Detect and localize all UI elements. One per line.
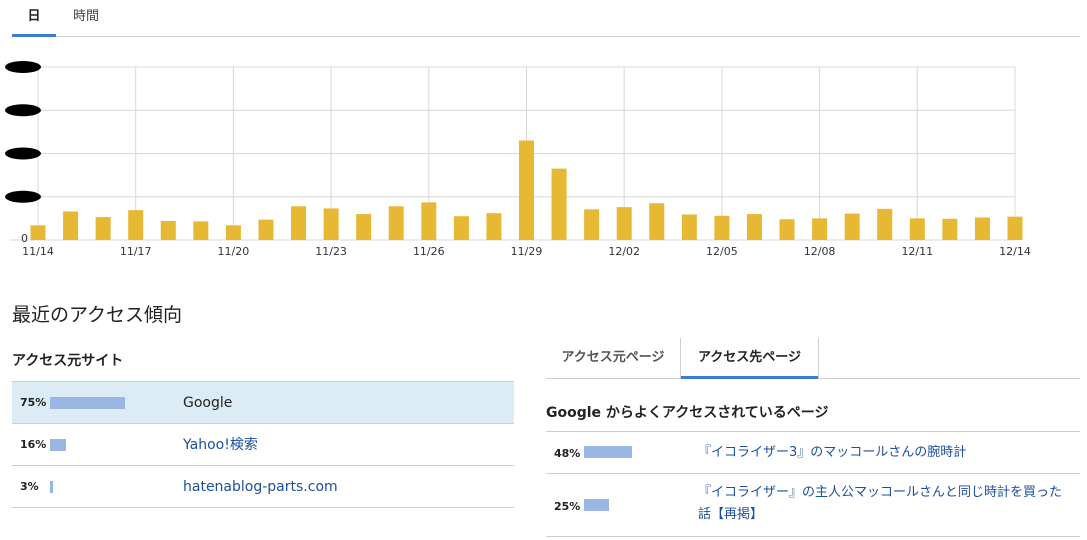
chart-bar[interactable] [63, 211, 79, 240]
chart-x-labels: 11/14 11/17 11/20 11/23 11/26 11/29 12/02 12/05… [22, 245, 1031, 258]
chart-bar[interactable] [714, 215, 730, 240]
chart-bar[interactable] [974, 217, 990, 240]
chart-bar[interactable] [30, 225, 46, 240]
section-title: 最近のアクセス傾向 [12, 304, 183, 326]
chart-bar[interactable] [681, 214, 697, 240]
source-link[interactable]: Google [183, 382, 232, 424]
source-percent: 75% [20, 396, 47, 409]
chart-bar[interactable] [942, 218, 958, 240]
pages-list: 48% 『イコライザー3』のマッコールさんの腕時計 25% 『イコライザー』の主… [546, 431, 1080, 537]
sources-list: 75% Google 16% Yahoo!検索 3% hatenablog-pa… [12, 381, 514, 508]
chart-bar[interactable] [128, 210, 144, 240]
page-link[interactable]: 『イコライザー』の主人公マッコールさんと同じ時計を買った話【再掲】 [698, 482, 1073, 526]
chart-bar[interactable] [551, 168, 567, 240]
page-link[interactable]: 『イコライザー3』のマッコールさんの腕時計 [698, 442, 1073, 464]
pages-title: Google からよくアクセスされているページ [546, 405, 829, 421]
source-row[interactable]: 3% hatenablog-parts.com [12, 466, 514, 508]
source-percent: 16% [20, 438, 47, 451]
chart-bar[interactable] [616, 207, 632, 240]
chart-bar[interactable] [388, 206, 404, 240]
page-row[interactable]: 48% 『イコライザー3』のマッコールさんの腕時計 [546, 432, 1080, 474]
chart-bar[interactable] [844, 213, 860, 240]
source-row[interactable]: 16% Yahoo!検索 [12, 424, 514, 466]
x-tick-label: 12/08 [804, 245, 836, 258]
source-bar [50, 397, 125, 409]
chart-bar[interactable] [486, 213, 502, 240]
tab-source-pages[interactable]: アクセス元ページ [546, 338, 680, 378]
chart-bar[interactable] [356, 214, 372, 240]
chart-grid [10, 66, 1016, 241]
source-percent: 3% [20, 480, 39, 493]
x-tick-label: 12/02 [608, 245, 640, 258]
daily-access-chart: 11/14 11/17 11/20 11/23 11/26 11/29 12/02 12/05… [5, 61, 1031, 258]
source-bar [50, 439, 66, 451]
chart-bar[interactable] [649, 203, 665, 240]
chart-bar[interactable] [95, 217, 111, 240]
chart-bar[interactable] [1007, 216, 1023, 240]
chart-bar[interactable] [877, 208, 893, 240]
chart-bar[interactable] [746, 214, 762, 240]
redacted-y-label [5, 190, 41, 203]
page-percent: 48% [554, 447, 581, 460]
chart-bar[interactable] [193, 221, 209, 240]
chart-bar[interactable] [453, 216, 469, 240]
chart-bar[interactable] [779, 219, 795, 240]
page-row[interactable]: 25% 『イコライザー』の主人公マッコールさんと同じ時計を買った話【再掲】 [546, 474, 1080, 537]
chart-bar[interactable] [584, 209, 600, 240]
sources-title: アクセス元サイト [12, 353, 124, 369]
redacted-y-label [5, 147, 41, 160]
page-percent: 25% [554, 500, 581, 513]
page-tabs: アクセス元ページ アクセス先ページ [546, 338, 1080, 379]
source-bar [50, 481, 53, 493]
chart-bars [30, 140, 1023, 240]
x-tick-label: 11/29 [511, 245, 543, 258]
chart-bar[interactable] [258, 219, 274, 240]
source-link[interactable]: Yahoo!検索 [183, 424, 258, 466]
period-tabs: 日 時間 [12, 0, 1080, 37]
x-tick-label: 11/20 [218, 245, 250, 258]
x-tick-label: 12/05 [706, 245, 738, 258]
chart-bar[interactable] [812, 218, 828, 240]
x-tick-label: 11/17 [120, 245, 152, 258]
chart-bar[interactable] [909, 218, 925, 240]
x-tick-label: 11/26 [413, 245, 445, 258]
redacted-y-label [5, 61, 41, 73]
tab-target-pages[interactable]: アクセス先ページ [680, 338, 819, 379]
chart-bar[interactable] [160, 220, 176, 240]
chart-bar[interactable] [519, 140, 534, 240]
chart-bar[interactable] [323, 208, 339, 240]
redacted-y-label [5, 104, 41, 117]
chart-bar[interactable] [225, 225, 241, 240]
y-tick-label: 0 [21, 232, 28, 245]
x-tick-label: 12/11 [901, 245, 933, 258]
x-tick-label: 12/14 [999, 245, 1031, 258]
page-bar [584, 446, 632, 458]
x-tick-label: 11/14 [22, 245, 54, 258]
chart-bar[interactable] [291, 206, 307, 240]
chart-y-labels: 0 [5, 61, 41, 245]
source-link[interactable]: hatenablog-parts.com [183, 466, 338, 508]
chart-bar[interactable] [421, 202, 437, 240]
tab-hour[interactable]: 時間 [64, 0, 108, 35]
page-bar [584, 499, 609, 511]
source-row[interactable]: 75% Google [12, 382, 514, 424]
tab-day[interactable]: 日 [12, 0, 56, 37]
x-tick-label: 11/23 [315, 245, 347, 258]
